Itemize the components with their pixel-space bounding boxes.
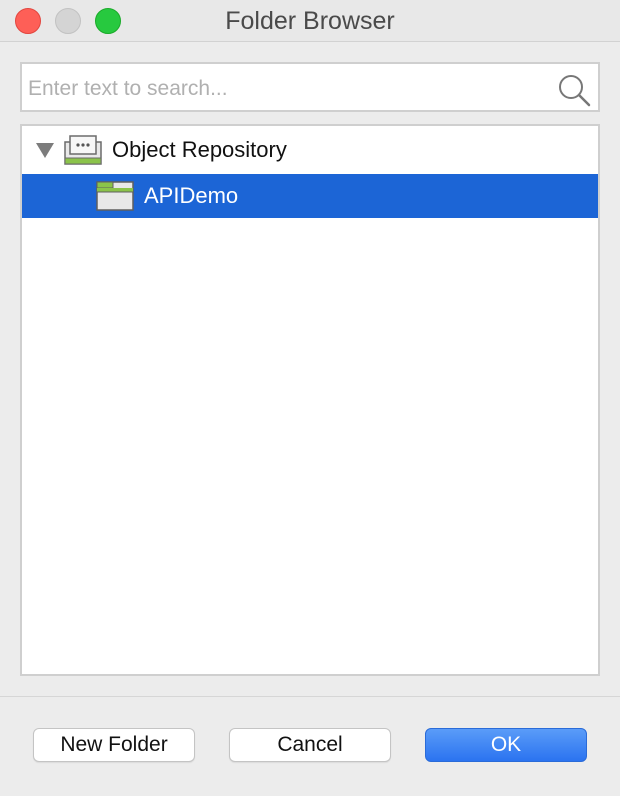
tree-item-label: APIDemo — [144, 183, 239, 208]
tree-item-apidemo[interactable]: APIDemo — [22, 174, 598, 218]
search-box[interactable] — [20, 62, 600, 112]
tree-item-object-repository[interactable]: Object Repository — [22, 128, 598, 172]
search-icon[interactable] — [556, 72, 592, 108]
new-folder-button[interactable]: New Folder — [33, 728, 195, 762]
repository-icon — [64, 135, 102, 165]
title-bar[interactable]: Folder Browser — [0, 0, 620, 42]
cancel-button[interactable]: Cancel — [229, 728, 391, 762]
folder-icon — [96, 181, 134, 211]
tree-item-label: Object Repository — [112, 137, 287, 162]
expand-triangle-icon[interactable] — [36, 143, 54, 158]
search-input[interactable] — [26, 70, 550, 108]
footer-divider — [0, 696, 620, 697]
ok-button[interactable]: OK — [425, 728, 587, 762]
window-title: Folder Browser — [225, 7, 395, 35]
folder-browser-dialog: Folder Browser Object Repository — [0, 0, 620, 796]
folder-tree[interactable]: Object Repository APIDemo — [20, 124, 600, 676]
